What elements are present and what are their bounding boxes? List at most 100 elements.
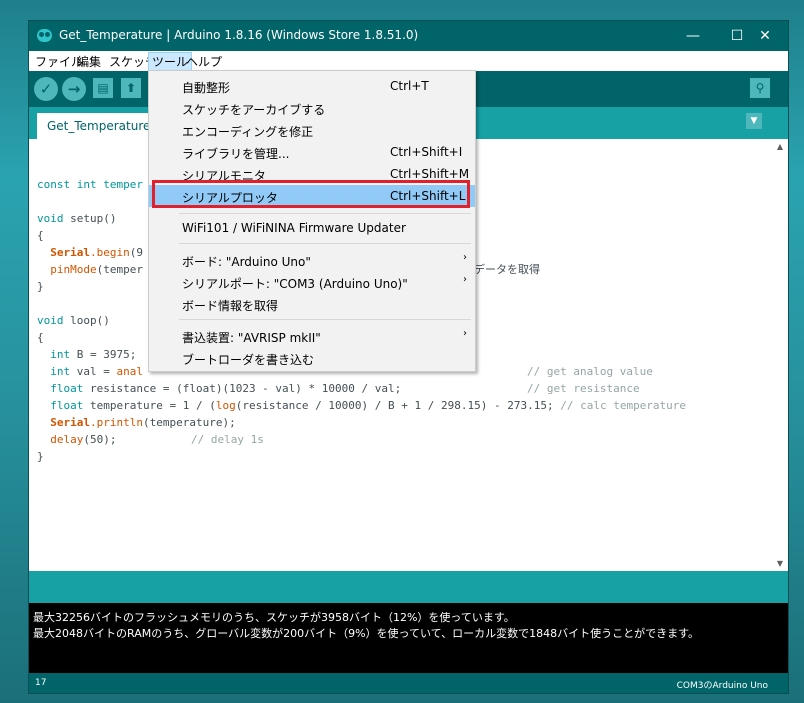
code-token: (temperature);	[142, 416, 236, 429]
code-token: .println	[90, 416, 143, 429]
menu-item-board[interactable]: ボード: "Arduino Uno" ›	[149, 249, 475, 271]
code-comment: // delay 1s	[191, 433, 264, 446]
code-line: const int temper	[37, 176, 143, 193]
code-token: log	[215, 399, 236, 412]
code-token: pinMode	[50, 263, 97, 276]
menu-separator	[179, 213, 471, 214]
code-token: float	[50, 399, 84, 412]
code-line: Serial.begin(9	[37, 244, 143, 261]
code-comment: // get resistance	[527, 382, 640, 395]
scroll-down-icon[interactable]: ▼	[775, 559, 785, 568]
code-token: const int temper	[37, 178, 143, 191]
highlight-annotation-box	[152, 180, 470, 208]
menu-item-label: 自動整形	[182, 81, 231, 95]
menu-item-board-info[interactable]: ボード情報を取得	[149, 293, 475, 315]
code-line: int B = 3975;	[37, 346, 136, 363]
menu-item-label: エンコーディングを修正	[182, 125, 314, 139]
line-number: 17	[35, 678, 47, 688]
menu-item-label: シリアルポート: "COM3 (Arduino Uno)"	[182, 277, 408, 291]
code-token: B = 3975;	[70, 348, 137, 361]
menu-item-firmware-updater[interactable]: WiFi101 / WiFiNINA Firmware Updater	[149, 217, 475, 239]
code-line: float resistance = (float)(1023 - val) *…	[37, 380, 401, 397]
menu-item-label: ボード情報を取得	[182, 299, 279, 313]
tab-menu-button[interactable]: ▼	[746, 113, 762, 129]
code-token: resistance = (float)(1023 - val) * 10000…	[83, 382, 402, 395]
menu-item-label: ライブラリを管理...	[182, 147, 290, 161]
code-line: int val = anal	[37, 363, 143, 380]
menu-item-label: ブートローダを書き込む	[182, 353, 315, 367]
tab-get-temperature[interactable]: Get_Temperature	[37, 113, 152, 139]
code-token: val =	[70, 365, 117, 378]
code-token: anal	[116, 365, 143, 378]
minimize-button[interactable]: —	[671, 21, 715, 51]
code-token: float	[50, 382, 84, 395]
bottom-status-bar: 17 COM3のArduino Uno	[29, 673, 788, 693]
open-sketch-button[interactable]: ⬆	[121, 78, 141, 98]
console-line: 最大32256バイトのフラッシュメモリのうち、スケッチが3958バイト（12%）…	[33, 611, 515, 624]
code-line: void setup()	[37, 210, 116, 227]
code-line: {	[37, 229, 44, 242]
code-token: temperature = 1 / (	[83, 399, 216, 412]
code-line: delay(50);	[37, 431, 117, 448]
code-line: void loop()	[37, 312, 110, 329]
menu-item-fix-encoding[interactable]: エンコーディングを修正	[149, 119, 475, 141]
menu-separator	[179, 319, 471, 320]
code-token: // calc temperature	[560, 399, 687, 412]
code-token: void	[37, 314, 64, 327]
console-output[interactable]: 最大32256バイトのフラッシュメモリのうち、スケッチが3958バイト（12%）…	[29, 603, 788, 673]
code-line: }	[37, 280, 44, 293]
code-line: pinMode(temper	[37, 261, 143, 278]
code-token: (9	[129, 246, 143, 259]
code-token: .begin	[90, 246, 130, 259]
menu-item-label: 書込装置: "AVRISP mkII"	[182, 331, 321, 345]
editor-vertical-scrollbar[interactable]: ▲ ▼	[772, 139, 788, 571]
code-line: }	[37, 450, 44, 463]
menu-item-label: ボード: "Arduino Uno"	[182, 255, 311, 269]
code-token: int	[50, 348, 71, 361]
code-token: setup()	[63, 212, 117, 225]
menu-item-archive-sketch[interactable]: スケッチをアーカイブする	[149, 97, 475, 119]
tools-menu-dropdown: 自動整形 Ctrl+T スケッチをアーカイブする エンコーディングを修正 ライブ…	[148, 70, 476, 372]
code-token: loop()	[63, 314, 110, 327]
menu-item-burn-bootloader[interactable]: ブートローダを書き込む	[149, 347, 475, 369]
title-bar[interactable]: Get_Temperature | Arduino 1.8.16 (Window…	[29, 21, 788, 51]
menu-edit[interactable]: 編集	[74, 53, 104, 70]
arduino-logo-icon	[37, 29, 52, 42]
board-port-status: COM3のArduino Uno	[676, 681, 768, 691]
menu-item-manage-libraries[interactable]: ライブラリを管理... Ctrl+Shift+I	[149, 141, 475, 163]
serial-monitor-button[interactable]: ⚲	[750, 78, 770, 98]
scroll-up-icon[interactable]: ▲	[775, 142, 785, 151]
code-token: Serial	[50, 416, 90, 429]
code-token: (temper	[96, 263, 143, 276]
menu-help[interactable]: ヘルプ	[183, 53, 225, 70]
code-comment-fragment: データを取得	[474, 263, 540, 276]
new-sketch-button[interactable]: ▤	[93, 78, 113, 98]
menu-bar: ファイル 編集 スケッチ ツール ヘルプ	[29, 51, 788, 71]
submenu-arrow-icon: ›	[463, 252, 467, 263]
close-button[interactable]: ✕	[743, 21, 787, 51]
message-bar	[29, 571, 788, 603]
code-token: int	[50, 365, 71, 378]
submenu-arrow-icon: ›	[463, 328, 467, 339]
code-token: (resistance / 10000) / B + 1 / 298.15) -…	[235, 399, 561, 412]
code-comment: // get analog value	[527, 365, 653, 378]
code-token: Serial	[50, 246, 90, 259]
menu-item-shortcut: Ctrl+T	[390, 79, 429, 93]
menu-item-label: スケッチをアーカイブする	[182, 103, 326, 117]
menu-item-shortcut: Ctrl+Shift+M	[390, 167, 470, 181]
code-line: Serial.println(temperature);	[37, 414, 236, 431]
menu-item-serial-port[interactable]: シリアルポート: "COM3 (Arduino Uno)" ›	[149, 271, 475, 293]
menu-item-auto-format[interactable]: 自動整形 Ctrl+T	[149, 75, 475, 97]
window-title: Get_Temperature | Arduino 1.8.16 (Window…	[59, 28, 419, 42]
code-line: float temperature = 1 / (log(resistance …	[37, 397, 686, 414]
code-token: (50);	[83, 433, 117, 446]
menu-item-label: WiFi101 / WiFiNINA Firmware Updater	[182, 221, 406, 235]
verify-button[interactable]: ✓	[34, 77, 58, 101]
code-line: {	[37, 331, 44, 344]
upload-button[interactable]: →	[62, 77, 86, 101]
menu-separator	[179, 243, 471, 244]
code-token: delay	[50, 433, 84, 446]
submenu-arrow-icon: ›	[463, 274, 467, 285]
menu-item-shortcut: Ctrl+Shift+I	[390, 145, 463, 159]
menu-item-programmer[interactable]: 書込装置: "AVRISP mkII" ›	[149, 325, 475, 347]
